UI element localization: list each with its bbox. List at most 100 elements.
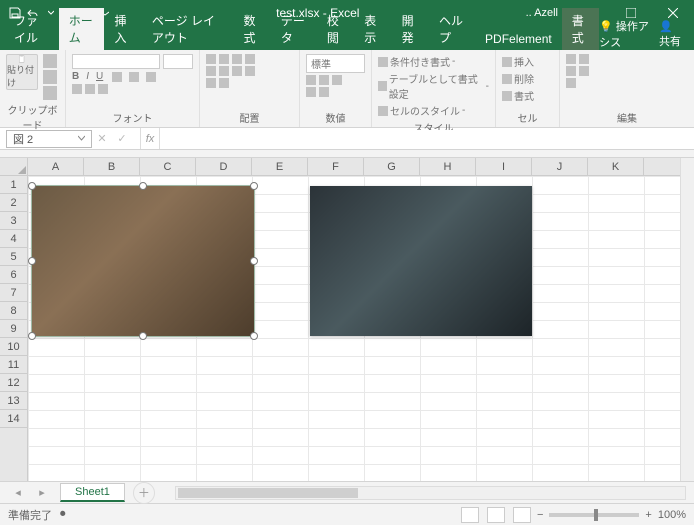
- row-header[interactable]: 3: [0, 212, 27, 230]
- font-size[interactable]: [163, 54, 193, 69]
- row-header[interactable]: 12: [0, 374, 27, 392]
- clear-icon[interactable]: [566, 66, 576, 76]
- tab-page-layout[interactable]: ページ レイアウト: [142, 8, 234, 50]
- font-name[interactable]: [72, 54, 160, 69]
- tab-review[interactable]: 校閲: [317, 8, 354, 50]
- orientation-icon[interactable]: [245, 54, 255, 64]
- col-header[interactable]: A: [28, 158, 84, 175]
- bold-button[interactable]: B: [72, 71, 79, 82]
- name-box[interactable]: 図 2: [6, 130, 92, 148]
- increase-decimal-icon[interactable]: [306, 87, 316, 97]
- col-header[interactable]: F: [308, 158, 364, 175]
- view-page-break-icon[interactable]: [513, 507, 531, 523]
- col-header[interactable]: C: [140, 158, 196, 175]
- fill-icon[interactable]: [85, 84, 95, 94]
- row-header[interactable]: 7: [0, 284, 27, 302]
- view-normal-icon[interactable]: [461, 507, 479, 523]
- user-name[interactable]: .. Azell: [516, 7, 568, 19]
- align-left-icon[interactable]: [206, 66, 216, 76]
- cancel-formula-icon[interactable]: ✕: [92, 132, 112, 145]
- align-middle-icon[interactable]: [219, 54, 229, 64]
- tell-me[interactable]: 💡 操作アシス: [599, 18, 649, 50]
- decrease-decimal-icon[interactable]: [319, 87, 329, 97]
- indent-icon[interactable]: [245, 66, 255, 76]
- share-button[interactable]: 👤 共有: [659, 20, 686, 49]
- row-header[interactable]: 13: [0, 392, 27, 410]
- tab-view[interactable]: 表示: [354, 8, 391, 50]
- tab-help[interactable]: ヘルプ: [429, 8, 475, 50]
- sheet-tab-active[interactable]: Sheet1: [60, 483, 125, 502]
- row-header[interactable]: 9: [0, 320, 27, 338]
- enter-formula-icon[interactable]: ✓: [112, 132, 132, 145]
- insert-cells-button[interactable]: 挿入: [502, 54, 553, 69]
- row-headers[interactable]: 1 2 3 4 5 6 7 8 9 10 11 12 13 14: [0, 176, 28, 481]
- conditional-formatting-button[interactable]: 条件付き書式 -: [378, 54, 489, 69]
- col-header[interactable]: D: [196, 158, 252, 175]
- format-painter-icon[interactable]: [43, 86, 57, 100]
- row-header[interactable]: 4: [0, 230, 27, 248]
- align-bottom-icon[interactable]: [232, 54, 242, 64]
- inserted-picture[interactable]: [310, 186, 532, 336]
- cut-icon[interactable]: [43, 54, 57, 68]
- row-header[interactable]: 10: [0, 338, 27, 356]
- tab-insert[interactable]: 挿入: [104, 8, 141, 50]
- col-header[interactable]: J: [532, 158, 588, 175]
- italic-button[interactable]: I: [86, 71, 89, 82]
- sort-filter-icon[interactable]: [579, 66, 589, 76]
- tab-file[interactable]: ファイル: [4, 8, 59, 50]
- sheet-nav-buttons[interactable]: ◂▸: [0, 486, 60, 499]
- horizontal-scrollbar[interactable]: [175, 486, 686, 500]
- fx-icon[interactable]: fx: [140, 128, 160, 149]
- select-all-corner[interactable]: [0, 158, 28, 176]
- zoom-out-button[interactable]: −: [537, 509, 543, 521]
- fill-down-icon[interactable]: [579, 54, 589, 64]
- col-header[interactable]: E: [252, 158, 308, 175]
- tab-formulas[interactable]: 数式: [234, 8, 271, 50]
- col-header[interactable]: G: [364, 158, 420, 175]
- fill-color-icon[interactable]: [129, 72, 139, 82]
- underline-button[interactable]: U: [96, 71, 103, 82]
- borders-icon[interactable]: [72, 84, 82, 94]
- row-header[interactable]: 1: [0, 176, 27, 194]
- row-header[interactable]: 11: [0, 356, 27, 374]
- autosum-icon[interactable]: [566, 54, 576, 64]
- cells-area[interactable]: [28, 176, 680, 481]
- inserted-picture-selected[interactable]: [32, 186, 254, 336]
- macro-record-icon[interactable]: ⏺: [60, 508, 66, 521]
- row-header[interactable]: 8: [0, 302, 27, 320]
- tab-data[interactable]: データ: [271, 8, 317, 50]
- percent-icon[interactable]: [319, 75, 329, 85]
- view-page-layout-icon[interactable]: [487, 507, 505, 523]
- copy-icon[interactable]: [43, 70, 57, 84]
- worksheet-grid[interactable]: A B C D E F G H I J K 1 2 3 4 5 6 7 8 9 …: [0, 150, 694, 481]
- format-cells-button[interactable]: 書式: [502, 88, 553, 103]
- col-header[interactable]: H: [420, 158, 476, 175]
- delete-cells-button[interactable]: 削除: [502, 71, 553, 86]
- align-right-icon[interactable]: [232, 66, 242, 76]
- wrap-text-icon[interactable]: [206, 78, 216, 88]
- cell-styles-button[interactable]: セルのスタイル -: [378, 103, 489, 118]
- chevron-down-icon[interactable]: [78, 135, 85, 142]
- number-format-select[interactable]: 標準: [306, 54, 365, 73]
- tab-home[interactable]: ホーム: [59, 8, 105, 50]
- align-top-icon[interactable]: [206, 54, 216, 64]
- comma-icon[interactable]: [332, 75, 342, 85]
- font-color-icon[interactable]: [146, 72, 156, 82]
- paste-button[interactable]: 貼り付け: [6, 54, 38, 90]
- column-headers[interactable]: A B C D E F G H I J K: [28, 158, 680, 176]
- new-sheet-button[interactable]: ＋: [133, 482, 155, 504]
- col-header[interactable]: I: [476, 158, 532, 175]
- font-increase-icon[interactable]: [98, 84, 108, 94]
- tab-pdfelement[interactable]: PDFelement: [475, 28, 562, 50]
- col-header[interactable]: B: [84, 158, 140, 175]
- row-header[interactable]: 2: [0, 194, 27, 212]
- align-center-icon[interactable]: [219, 66, 229, 76]
- row-来[interactable]: 14: [0, 410, 27, 428]
- format-as-table-button[interactable]: テーブルとして書式設定 -: [378, 71, 489, 101]
- formula-input[interactable]: [160, 130, 694, 148]
- merge-icon[interactable]: [219, 78, 229, 88]
- col-header[interactable]: K: [588, 158, 644, 175]
- zoom-slider[interactable]: [549, 513, 639, 517]
- row-header[interactable]: 5: [0, 248, 27, 266]
- row-header[interactable]: 6: [0, 266, 27, 284]
